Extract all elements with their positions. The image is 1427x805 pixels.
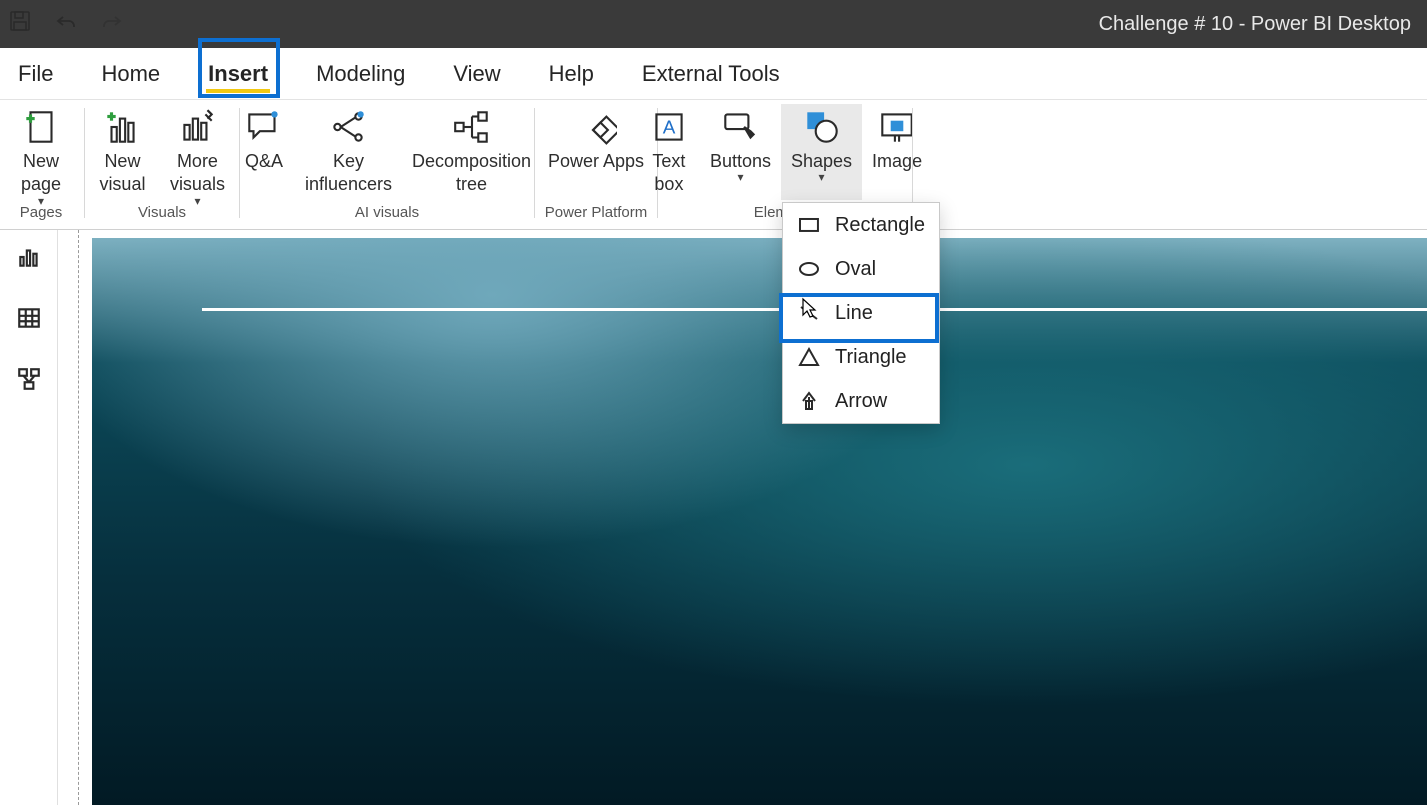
group-visuals: New visual More visuals ▾ Visuals xyxy=(87,100,237,229)
shape-option-oval[interactable]: Oval xyxy=(783,247,939,291)
shape-option-line[interactable]: Line xyxy=(783,291,939,335)
decomposition-tree-button[interactable]: Decomposition tree xyxy=(402,104,541,200)
ribbon: New page ▾ Pages New visual More visuals… xyxy=(0,100,1427,230)
tab-help[interactable]: Help xyxy=(543,48,600,99)
shape-option-arrow[interactable]: Arrow xyxy=(783,379,939,423)
view-switcher xyxy=(0,230,58,805)
power-apps-icon xyxy=(575,106,617,148)
new-visual-button[interactable]: New visual xyxy=(87,104,158,200)
text-box-label: Text box xyxy=(648,150,690,197)
image-button[interactable]: Image xyxy=(862,104,932,200)
more-visuals-button[interactable]: More visuals ▾ xyxy=(158,104,237,200)
group-label-power-platform: Power Platform xyxy=(537,200,655,224)
shape-option-triangle[interactable]: Triangle xyxy=(783,335,939,379)
report-canvas-area xyxy=(58,230,1427,805)
key-influencers-label: Key influencers xyxy=(305,150,392,197)
shape-option-label: Oval xyxy=(835,258,876,281)
chevron-down-icon: ▾ xyxy=(737,173,743,183)
group-ai-visuals: Q&A Key influencers Decomposition tree A… xyxy=(242,100,532,229)
model-view-button[interactable] xyxy=(16,366,42,397)
more-visuals-icon xyxy=(176,106,218,148)
decomposition-tree-label: Decomposition tree xyxy=(412,150,531,197)
group-label-ai-visuals: AI visuals xyxy=(242,200,532,224)
shape-option-rectangle[interactable]: Rectangle xyxy=(783,203,939,247)
tab-home[interactable]: Home xyxy=(95,48,166,99)
tab-view[interactable]: View xyxy=(447,48,506,99)
text-box-icon: A xyxy=(648,106,690,148)
tab-file[interactable]: File xyxy=(12,48,59,99)
tab-insert[interactable]: Insert xyxy=(202,48,274,99)
shape-option-label: Triangle xyxy=(835,346,907,369)
rectangle-icon xyxy=(797,213,821,237)
ruler-guide xyxy=(78,230,79,805)
new-page-button[interactable]: New page ▾ xyxy=(0,104,82,200)
group-label-visuals: Visuals xyxy=(87,200,237,224)
buttons-button[interactable]: Buttons ▾ xyxy=(700,104,781,200)
group-label-pages: Pages xyxy=(0,200,82,224)
text-box-button[interactable]: A Text box xyxy=(638,104,700,200)
window-title: Challenge # 10 - Power BI Desktop xyxy=(1099,13,1411,36)
redo-icon[interactable] xyxy=(100,9,124,39)
tab-modeling[interactable]: Modeling xyxy=(310,48,411,99)
ribbon-tabs: File Home Insert Modeling View Help Exte… xyxy=(0,48,1427,100)
power-apps-label: Power Apps xyxy=(548,150,644,173)
power-apps-button[interactable]: Power Apps xyxy=(538,104,654,200)
shape-option-label: Arrow xyxy=(835,390,887,413)
key-influencers-button[interactable]: Key influencers xyxy=(295,104,402,200)
arrow-icon xyxy=(797,389,821,413)
workspace: Rectangle Oval Line Triangle xyxy=(0,230,1427,805)
qna-label: Q&A xyxy=(245,150,283,173)
svg-text:A: A xyxy=(663,117,676,138)
new-page-label: New page xyxy=(10,150,72,197)
buttons-icon xyxy=(719,106,761,148)
triangle-icon xyxy=(797,345,821,369)
new-visual-label: New visual xyxy=(97,150,148,197)
shapes-button[interactable]: Shapes ▾ xyxy=(781,104,862,200)
title-bar: Challenge # 10 - Power BI Desktop xyxy=(0,0,1427,48)
qna-button[interactable]: Q&A xyxy=(233,104,295,200)
cursor-icon xyxy=(801,297,819,325)
report-view-button[interactable] xyxy=(16,244,42,275)
shape-option-label: Rectangle xyxy=(835,214,925,237)
data-view-button[interactable] xyxy=(16,305,42,336)
separator xyxy=(534,108,535,218)
group-pages: New page ▾ Pages xyxy=(0,100,82,229)
tab-external-tools[interactable]: External Tools xyxy=(636,48,786,99)
chevron-down-icon: ▾ xyxy=(819,173,825,183)
image-label: Image xyxy=(872,150,922,173)
shapes-dropdown-menu: Rectangle Oval Line Triangle xyxy=(782,202,940,424)
new-visual-icon xyxy=(101,106,143,148)
qna-icon xyxy=(243,106,285,148)
separator xyxy=(84,108,85,218)
shape-option-label: Line xyxy=(835,302,873,325)
save-icon[interactable] xyxy=(8,9,32,39)
key-influencers-icon xyxy=(327,106,369,148)
decomposition-tree-icon xyxy=(451,106,493,148)
more-visuals-label: More visuals xyxy=(168,150,227,197)
oval-icon xyxy=(797,257,821,281)
report-canvas[interactable] xyxy=(92,238,1427,805)
shapes-icon xyxy=(801,106,843,148)
undo-icon[interactable] xyxy=(54,9,78,39)
new-page-icon xyxy=(20,106,62,148)
